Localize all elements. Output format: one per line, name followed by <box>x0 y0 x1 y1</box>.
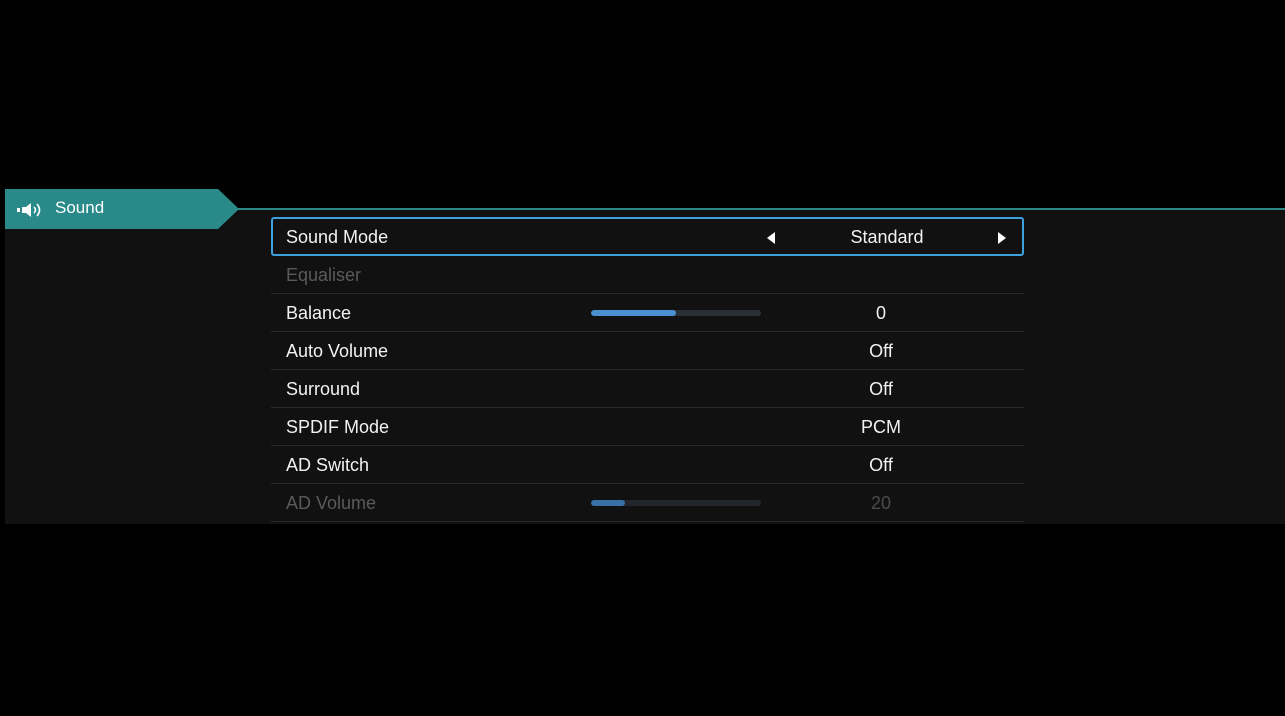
menu-item-value: Off <box>869 341 893 361</box>
menu-item-label: AD Switch <box>286 455 370 475</box>
menu-item-value: 0 <box>875 303 886 323</box>
menu-item-value: Off <box>869 379 893 399</box>
menu-item-equaliser: Equaliser <box>271 256 1024 294</box>
menu-item-label: Sound Mode <box>286 227 389 247</box>
menu-item-label: SPDIF Mode <box>286 417 390 437</box>
menu-item-label: Equaliser <box>286 265 362 285</box>
menu-item-balance[interactable]: Balance 0 <box>271 294 1024 332</box>
balance-slider[interactable] <box>591 310 761 316</box>
category-tab-sound[interactable]: Sound <box>5 189 239 229</box>
ad-volume-slider-fill <box>591 500 625 506</box>
menu-item-ad-switch[interactable]: AD Switch Off <box>271 446 1024 484</box>
balance-slider-fill <box>591 310 676 316</box>
menu-item-label: Surround <box>286 379 361 399</box>
menu-item-value: PCM <box>861 417 901 437</box>
menu-item-value: Off <box>869 455 893 475</box>
menu-item-value: Standard <box>850 227 924 247</box>
menu-item-sound-mode[interactable]: Sound Mode Standard <box>271 217 1024 256</box>
sound-settings-list: Sound Mode Standard Equaliser Balance 0 … <box>271 217 1024 522</box>
menu-item-label: Auto Volume <box>286 341 389 361</box>
menu-item-label: AD Volume <box>286 493 377 513</box>
menu-item-value: 20 <box>870 493 892 513</box>
speaker-icon <box>17 203 41 217</box>
menu-item-label: Balance <box>286 303 352 323</box>
menu-item-auto-volume[interactable]: Auto Volume Off <box>271 332 1024 370</box>
arrow-left-icon[interactable] <box>767 232 775 244</box>
category-label: Sound <box>55 198 105 217</box>
menu-item-ad-volume: AD Volume 20 <box>271 484 1024 522</box>
menu-item-surround[interactable]: Surround Off <box>271 370 1024 408</box>
arrow-right-icon[interactable] <box>998 232 1006 244</box>
menu-item-spdif-mode[interactable]: SPDIF Mode PCM <box>271 408 1024 446</box>
ad-volume-slider <box>591 500 761 506</box>
